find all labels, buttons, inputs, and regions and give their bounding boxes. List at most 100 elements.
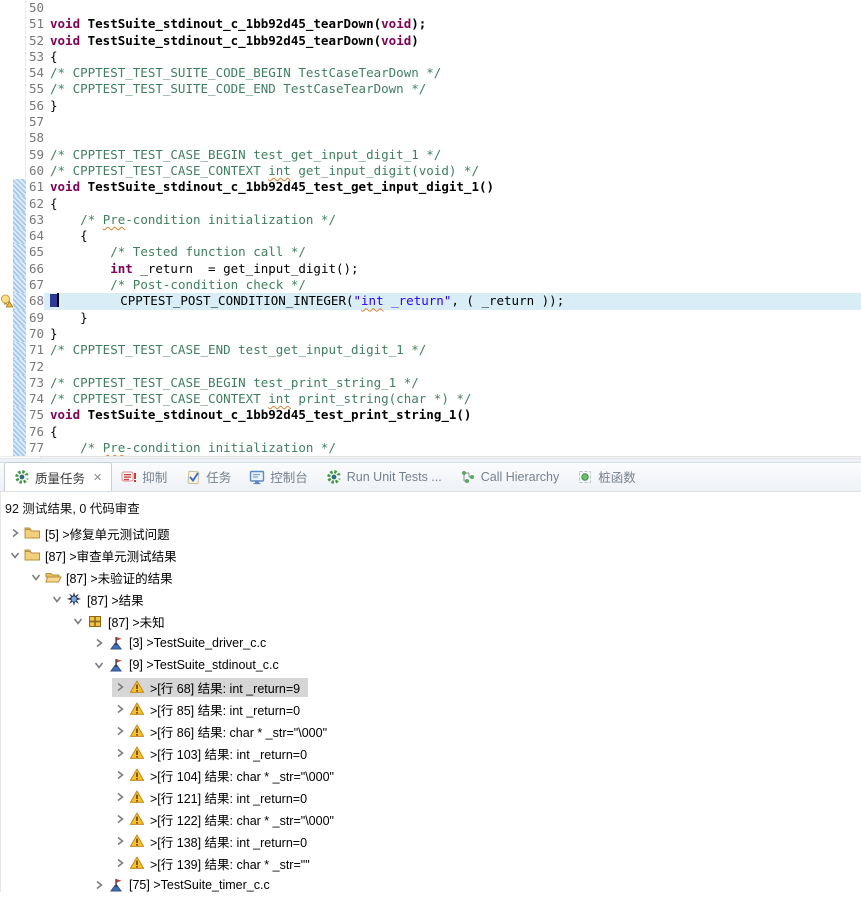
chevron-right-icon[interactable] bbox=[112, 680, 127, 695]
chevron-right-icon[interactable] bbox=[112, 702, 127, 717]
code-text[interactable]: } bbox=[44, 98, 861, 114]
chevron-right-icon[interactable] bbox=[91, 636, 106, 651]
code-editor[interactable]: 5051void TestSuite_stdinout_c_1bb92d45_t… bbox=[0, 0, 861, 458]
chevron-right-icon[interactable] bbox=[112, 812, 127, 827]
code-line[interactable]: 60/* CPPTEST_TEST_CASE_CONTEXT int get_i… bbox=[0, 163, 861, 179]
chevron-down-icon[interactable] bbox=[7, 548, 22, 563]
tree-row[interactable]: >[行 122] 结果: char * _str="\000" bbox=[1, 808, 861, 830]
code-line[interactable]: 50 bbox=[0, 0, 861, 16]
code-text[interactable] bbox=[44, 114, 861, 130]
code-text[interactable]: /* Post-condition check */ bbox=[44, 277, 861, 293]
code-line[interactable]: 73/* CPPTEST_TEST_CASE_BEGIN test_print_… bbox=[0, 375, 861, 391]
code-text[interactable]: /* CPPTEST_TEST_CASE_BEGIN test_get_inpu… bbox=[44, 147, 861, 163]
tab-run-unit-tests[interactable]: Run Unit Tests ... bbox=[317, 462, 451, 491]
tree-row[interactable]: [5] >修复单元测试问题 bbox=[1, 522, 861, 544]
tree-row[interactable]: >[行 139] 结果: char * _str="" bbox=[1, 852, 861, 874]
code-text[interactable]: void TestSuite_stdinout_c_1bb92d45_test_… bbox=[44, 407, 861, 423]
code-line[interactable]: 70} bbox=[0, 326, 861, 342]
code-text[interactable]: } bbox=[44, 326, 861, 342]
tree-row[interactable]: >[行 103] 结果: int _return=0 bbox=[1, 742, 861, 764]
code-line[interactable]: 69 } bbox=[0, 310, 861, 326]
tab-quality-tasks[interactable]: 质量任务✕ bbox=[4, 462, 112, 491]
code-line[interactable]: 74/* CPPTEST_TEST_CASE_CONTEXT int print… bbox=[0, 391, 861, 407]
tree-row[interactable]: [87] >结果 bbox=[1, 588, 861, 610]
code-line[interactable]: 68 CPPTEST_POST_CONDITION_INTEGER("int _… bbox=[0, 293, 861, 309]
code-line[interactable]: 56} bbox=[0, 98, 861, 114]
code-text[interactable]: { bbox=[44, 228, 861, 244]
code-line[interactable]: 71/* CPPTEST_TEST_CASE_END test_get_inpu… bbox=[0, 342, 861, 358]
code-line[interactable]: 51void TestSuite_stdinout_c_1bb92d45_tea… bbox=[0, 16, 861, 32]
code-line[interactable]: 72 bbox=[0, 359, 861, 375]
code-text[interactable]: /* CPPTEST_TEST_SUITE_CODE_END TestCaseT… bbox=[44, 81, 861, 97]
code-line[interactable]: 67 /* Post-condition check */ bbox=[0, 277, 861, 293]
code-line[interactable]: 66 int _return = get_input_digit(); bbox=[0, 261, 861, 277]
code-text[interactable]: /* CPPTEST_TEST_CASE_END test_get_input_… bbox=[44, 342, 861, 358]
code-line[interactable]: 59/* CPPTEST_TEST_CASE_BEGIN test_get_in… bbox=[0, 147, 861, 163]
code-text[interactable]: void TestSuite_stdinout_c_1bb92d45_tearD… bbox=[44, 33, 861, 49]
chevron-down-icon[interactable] bbox=[70, 614, 85, 629]
code-line[interactable]: 63 /* Pre-condition initialization */ bbox=[0, 212, 861, 228]
chevron-down-icon[interactable] bbox=[28, 570, 43, 585]
tree-row[interactable]: >[行 86] 结果: char * _str="\000" bbox=[1, 720, 861, 742]
chevron-right-icon[interactable] bbox=[7, 526, 22, 541]
code-text[interactable]: void TestSuite_stdinout_c_1bb92d45_tearD… bbox=[44, 16, 861, 32]
chevron-down-icon[interactable] bbox=[91, 658, 106, 673]
tree-row[interactable]: [87] >未知 bbox=[1, 610, 861, 632]
code-text[interactable] bbox=[44, 0, 861, 16]
chevron-right-icon[interactable] bbox=[112, 856, 127, 871]
chevron-right-icon[interactable] bbox=[112, 834, 127, 849]
tree-row[interactable]: [9] >TestSuite_stdinout_c.c bbox=[1, 654, 861, 676]
tab-console[interactable]: 控制台 bbox=[240, 462, 317, 491]
code-line[interactable]: 53{ bbox=[0, 49, 861, 65]
code-line[interactable]: 54/* CPPTEST_TEST_SUITE_CODE_BEGIN TestC… bbox=[0, 65, 861, 81]
code-line[interactable]: 52void TestSuite_stdinout_c_1bb92d45_tea… bbox=[0, 33, 861, 49]
tree-row[interactable]: [87] >未验证的结果 bbox=[1, 566, 861, 588]
code-text[interactable]: { bbox=[44, 196, 861, 212]
code-text[interactable]: /* Pre-condition initialization */ bbox=[44, 212, 861, 228]
code-text[interactable]: int _return = get_input_digit(); bbox=[44, 261, 861, 277]
code-line[interactable]: 64 { bbox=[0, 228, 861, 244]
tree-row[interactable]: [3] >TestSuite_driver_c.c bbox=[1, 632, 861, 654]
tree-row[interactable]: >[行 138] 结果: int _return=0 bbox=[1, 830, 861, 852]
code-text[interactable]: { bbox=[44, 424, 861, 440]
chevron-down-icon[interactable] bbox=[49, 592, 64, 607]
close-tab-icon[interactable]: ✕ bbox=[93, 471, 102, 484]
code-text[interactable]: /* CPPTEST_TEST_SUITE_CODE_BEGIN TestCas… bbox=[44, 65, 861, 81]
tree-row[interactable]: >[行 121] 结果: int _return=0 bbox=[1, 786, 861, 808]
chevron-right-icon[interactable] bbox=[112, 790, 127, 805]
code-line[interactable]: 61void TestSuite_stdinout_c_1bb92d45_tes… bbox=[0, 179, 861, 195]
code-text[interactable] bbox=[44, 359, 861, 375]
tree-row[interactable]: [75] >TestSuite_timer_c.c bbox=[1, 874, 861, 896]
code-text[interactable]: /* CPPTEST_TEST_CASE_CONTEXT int get_inp… bbox=[44, 163, 861, 179]
chevron-right-icon[interactable] bbox=[112, 724, 127, 739]
code-line[interactable]: 62{ bbox=[0, 196, 861, 212]
code-line[interactable]: 75void TestSuite_stdinout_c_1bb92d45_tes… bbox=[0, 407, 861, 423]
code-line[interactable]: 57 bbox=[0, 114, 861, 130]
code-line[interactable]: 76{ bbox=[0, 424, 861, 440]
horizontal-scrollbar[interactable] bbox=[40, 456, 861, 458]
tab-stub-functions[interactable]: 桩函数 bbox=[568, 462, 645, 491]
tree-row[interactable]: >[行 104] 结果: char * _str="\000" bbox=[1, 764, 861, 786]
chevron-right-icon[interactable] bbox=[112, 746, 127, 761]
tree-row[interactable]: >[行 68] 结果: int _return=9 bbox=[1, 676, 861, 698]
tab-call-hierarchy[interactable]: Call Hierarchy bbox=[451, 462, 569, 491]
chevron-right-icon[interactable] bbox=[112, 768, 127, 783]
tree-row[interactable]: >[行 85] 结果: int _return=0 bbox=[1, 698, 861, 720]
code-line[interactable]: 55/* CPPTEST_TEST_SUITE_CODE_END TestCas… bbox=[0, 81, 861, 97]
code-text[interactable]: CPPTEST_POST_CONDITION_INTEGER("int _ret… bbox=[44, 293, 861, 309]
code-line[interactable]: 77 /* Pre-condition initialization */ bbox=[0, 440, 861, 456]
code-text[interactable]: /* Pre-condition initialization */ bbox=[44, 440, 861, 456]
code-text[interactable] bbox=[44, 130, 861, 146]
code-text[interactable]: /* Tested function call */ bbox=[44, 244, 861, 260]
code-text[interactable]: /* CPPTEST_TEST_CASE_BEGIN test_print_st… bbox=[44, 375, 861, 391]
code-line[interactable]: 58 bbox=[0, 130, 861, 146]
code-text[interactable]: /* CPPTEST_TEST_CASE_CONTEXT int print_s… bbox=[44, 391, 861, 407]
code-text[interactable]: { bbox=[44, 49, 861, 65]
code-text[interactable]: } bbox=[44, 310, 861, 326]
chevron-right-icon[interactable] bbox=[91, 878, 106, 893]
tab-suppressions[interactable]: 抑制 bbox=[112, 462, 176, 491]
tree-row[interactable]: [87] >审查单元测试结果 bbox=[1, 544, 861, 566]
tab-tasks[interactable]: 任务 bbox=[176, 462, 240, 491]
code-text[interactable]: void TestSuite_stdinout_c_1bb92d45_test_… bbox=[44, 179, 861, 195]
code-line[interactable]: 65 /* Tested function call */ bbox=[0, 244, 861, 260]
